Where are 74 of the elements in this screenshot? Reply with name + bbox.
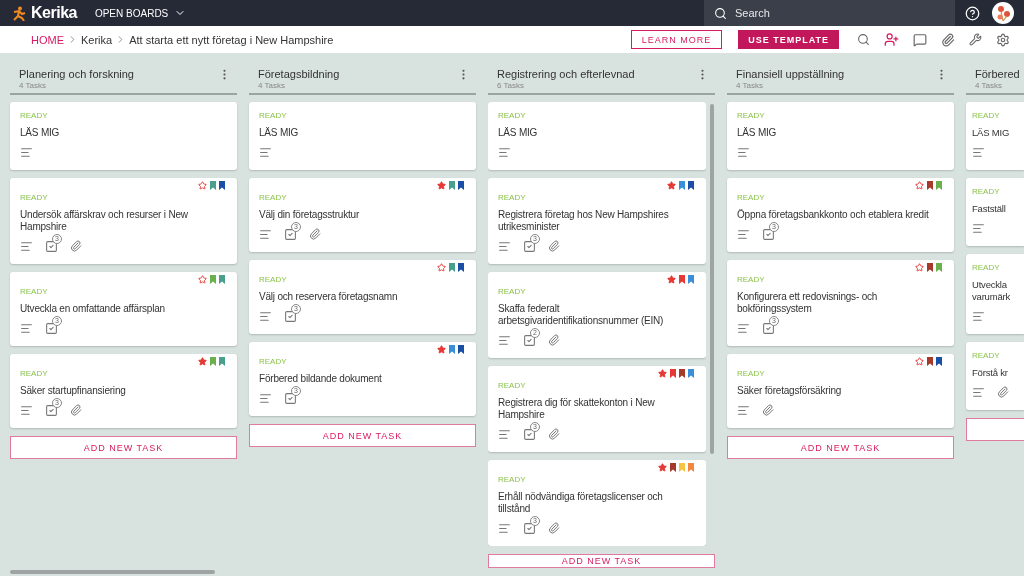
task-card[interactable]: READY LÄS MIG	[10, 102, 237, 170]
task-title: Skaffa federalt arbetsgivaridentifikationsnummer (EIN)	[498, 303, 665, 327]
task-title: Förbered bildande dokument	[259, 373, 383, 385]
task-status: READY	[498, 193, 527, 203]
task-title: Fastställ	[972, 203, 1007, 215]
breadcrumb-link[interactable]: Kerika	[81, 33, 113, 46]
task-count: 4 Tasks	[975, 81, 1003, 90]
column-title: Finansiell uppställning	[736, 68, 846, 81]
task-status: READY	[259, 275, 288, 285]
task-status: READY	[259, 357, 288, 367]
task-status: READY	[737, 193, 766, 203]
add-task-button[interactable]: ADD NEW TASK	[10, 436, 237, 459]
task-title: Förstå kr	[972, 367, 1009, 379]
task-status: READY	[20, 369, 49, 379]
task-title: Erhåll nödvändiga företagslicenser och tillstånd	[498, 491, 664, 515]
task-title: Välj din företagsstruktur	[259, 209, 361, 221]
search-field[interactable]: Search	[704, 0, 955, 26]
task-card[interactable]: READY LÄS MIG	[249, 102, 476, 170]
task-card[interactable]: READY LÄS MIG	[727, 102, 954, 170]
task-count: 4 Tasks	[736, 81, 764, 90]
search-input[interactable]: Search	[733, 6, 933, 20]
breadcrumb-link[interactable]: Att starta ett nytt företag i New Hampshire	[129, 33, 334, 46]
task-status: READY	[20, 111, 49, 121]
task-count: 4 Tasks	[258, 81, 286, 90]
task-card[interactable]: READY Fastställ	[966, 178, 1024, 246]
task-status: READY	[972, 263, 1001, 273]
task-title: LÄS MIG	[20, 127, 61, 139]
logo-text: Kerika	[31, 4, 77, 22]
add-task-button[interactable]: ADD NEW TASK	[727, 436, 954, 459]
task-card[interactable]: READY Utveckla varumärk	[966, 254, 1024, 334]
task-title: Utveckla varumärk	[972, 279, 1011, 303]
task-title: Undersök affärskrav och resurser i New Hampshire	[20, 209, 189, 233]
task-card[interactable]: READY LÄS MIG	[488, 102, 706, 170]
task-status: READY	[20, 193, 49, 203]
task-title: Registrera dig för skattekonton i New Hampshire	[498, 397, 656, 421]
use-template-button[interactable]: USE TEMPLATE	[738, 30, 839, 49]
task-count: 4 Tasks	[19, 81, 47, 90]
task-status: READY	[259, 193, 288, 203]
task-card[interactable]: READY LÄS MIG	[966, 102, 1024, 170]
task-count: 6 Tasks	[497, 81, 525, 90]
task-status: READY	[498, 111, 527, 121]
task-title: Utveckla en omfattande affärsplan	[20, 303, 166, 315]
task-title: Registrera företag hos New Hampshires utrikesminister	[498, 209, 670, 233]
task-status: READY	[737, 275, 766, 285]
task-title: LÄS MIG	[259, 127, 300, 139]
task-status: READY	[498, 475, 527, 485]
breadcrumb-link[interactable]: HOME	[31, 33, 64, 46]
task-title: Öppna företagsbankkonto och etablera kredit	[737, 209, 930, 221]
task-title: LÄS MIG	[972, 127, 1011, 139]
task-status: READY	[972, 111, 1001, 121]
task-title: Välj och reservera företagsnamn	[259, 291, 399, 303]
task-status: READY	[972, 187, 1001, 197]
add-task-button[interactable]: ADD NEW TASK	[488, 554, 715, 568]
task-status: READY	[737, 111, 766, 121]
task-status: READY	[737, 369, 766, 379]
open-boards-menu[interactable]: OPEN BOARDS	[94, 5, 187, 21]
task-title: Säker startupfinansiering	[20, 385, 127, 397]
task-title: LÄS MIG	[498, 127, 539, 139]
column-title: Planering och forskning	[19, 68, 135, 81]
task-status: READY	[498, 381, 527, 391]
column-title: Företagsbildning	[258, 68, 341, 81]
task-card[interactable]: READY Säker företagsförsäkring	[727, 354, 954, 428]
task-title: Konfigurera ett redovisnings- och bokföringssystem	[737, 291, 879, 315]
task-status: READY	[498, 287, 527, 297]
task-status: READY	[972, 351, 1001, 361]
column-title: Förbered	[975, 68, 1021, 81]
task-status: READY	[259, 111, 288, 121]
task-title: LÄS MIG	[737, 127, 778, 139]
task-card[interactable]: READY Förstå kr	[966, 342, 1024, 410]
column-title: Registrering och efterlevnad	[497, 68, 636, 81]
task-title: Säker företagsförsäkring	[737, 385, 843, 397]
task-status: READY	[20, 287, 49, 297]
learn-more-button[interactable]: LEARN MORE	[630, 30, 723, 49]
add-task-button[interactable]: ADD NEW TASK	[249, 424, 476, 447]
